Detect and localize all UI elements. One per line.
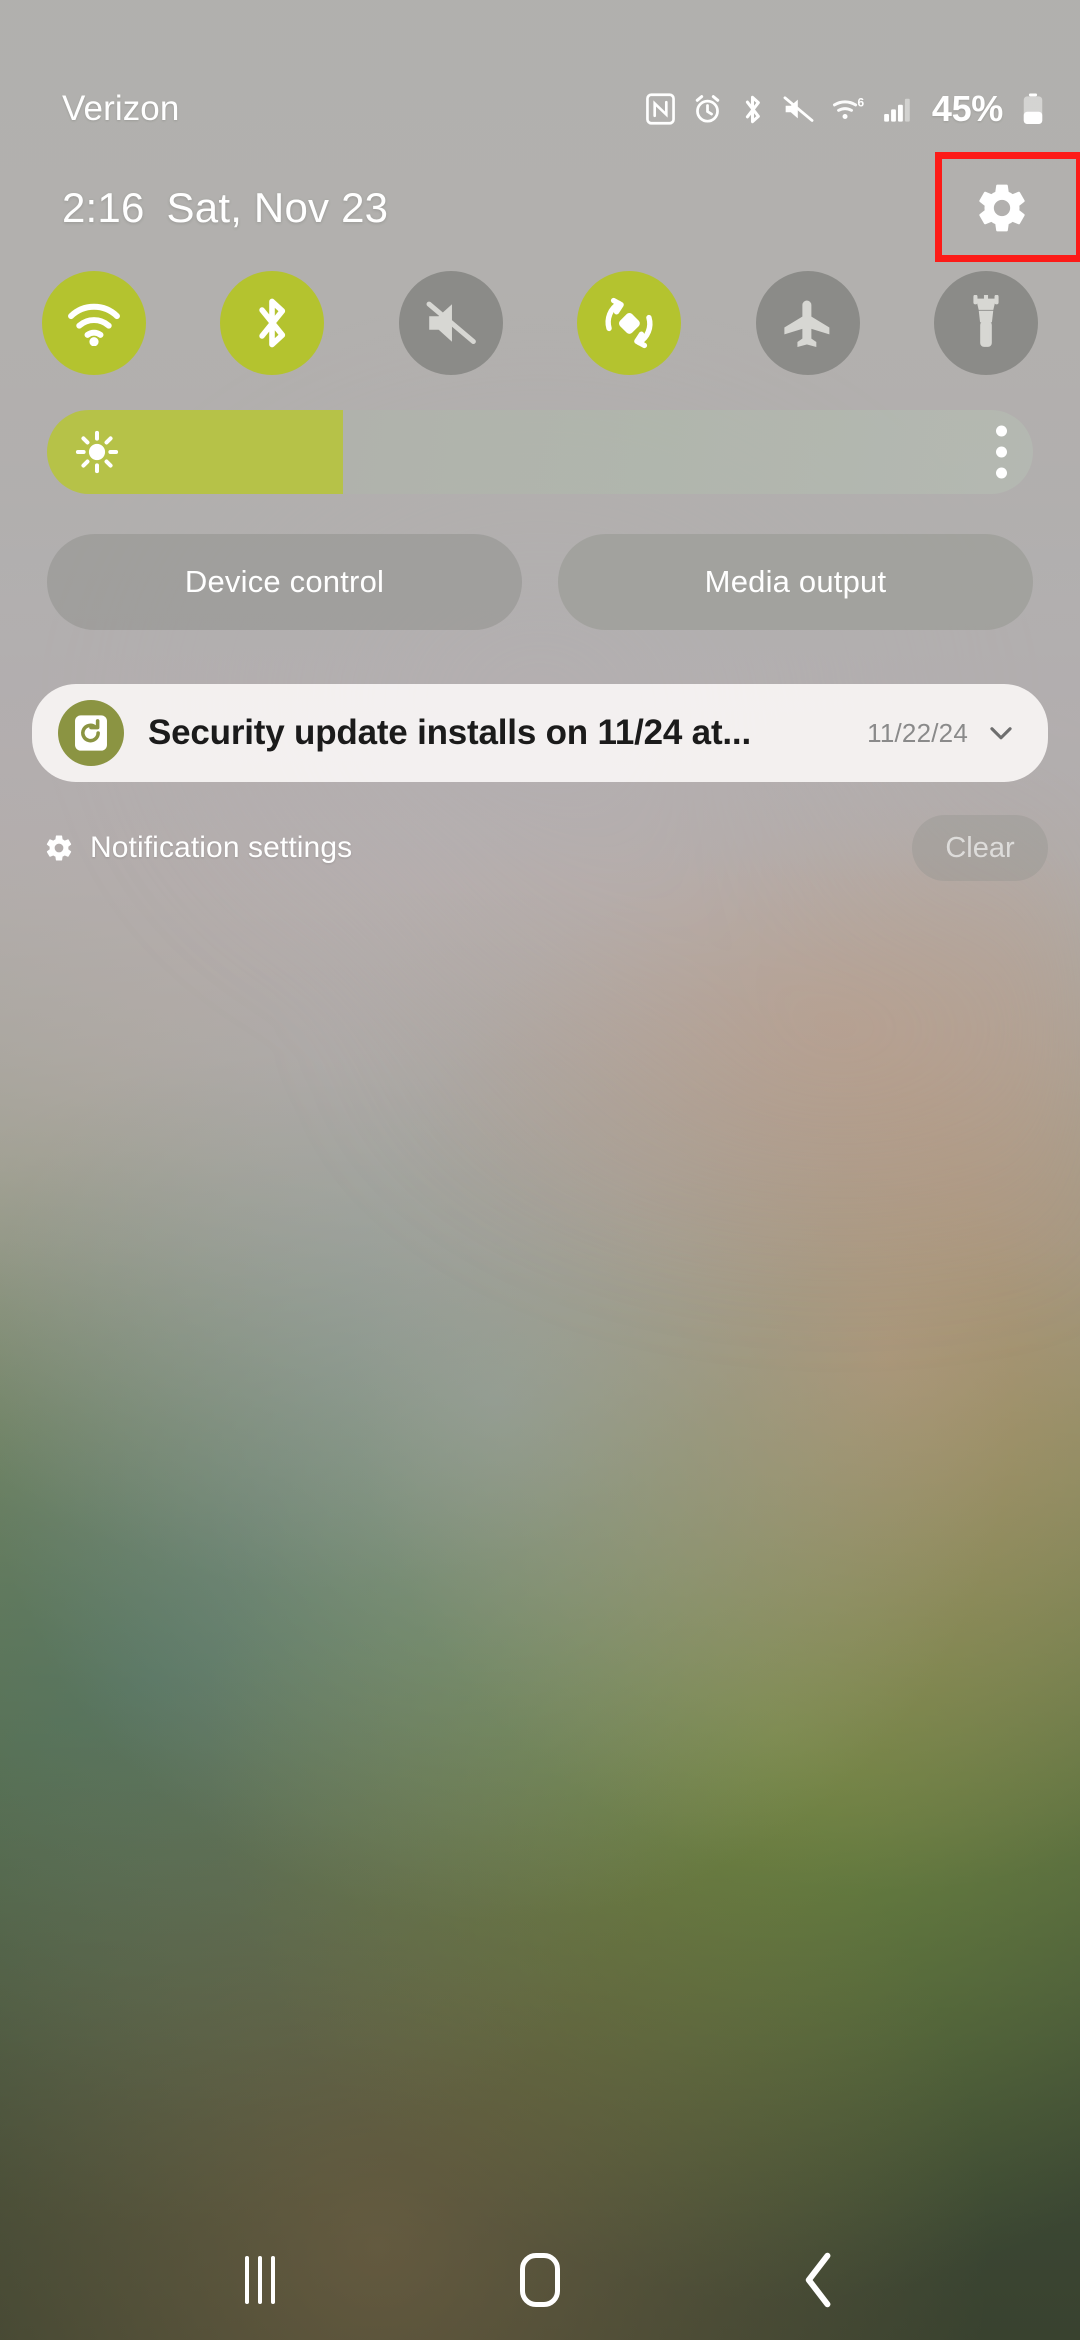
clock-and-date: 2:16 Sat, Nov 23 (62, 184, 388, 232)
chevron-down-icon (990, 727, 1012, 740)
clock-label[interactable]: 2:16 (62, 184, 145, 232)
auto-rotate-toggle-icon (605, 297, 653, 349)
notification-settings-label: Notification settings (90, 831, 353, 864)
brightness-sun-icon (75, 430, 119, 474)
status-bar: Verizon 6 45% (0, 80, 1080, 138)
bluetooth-toggle[interactable] (220, 271, 325, 375)
wifi-generation-label: 6 (857, 95, 864, 109)
back-button[interactable] (760, 2235, 880, 2325)
flashlight-toggle-icon (973, 295, 999, 347)
auto-rotate-toggle[interactable] (577, 271, 682, 375)
home-icon (520, 2253, 560, 2307)
notification-timestamp: 11/22/24 (867, 717, 968, 748)
navigation-bar (0, 2220, 1080, 2340)
flashlight-toggle[interactable] (933, 271, 1038, 375)
status-bar-icons: 6 45% (645, 80, 1044, 138)
notification-item[interactable]: Security update installs on 11/24 at... … (32, 684, 1048, 782)
wifi-toggle[interactable] (42, 271, 146, 375)
bluetooth-icon (745, 95, 760, 123)
quick-settings-header: 2:16 Sat, Nov 23 (0, 152, 1080, 262)
wifi-icon: 6 (832, 95, 864, 119)
notification-expand-button[interactable] (984, 716, 1018, 750)
mute-toggle-icon (426, 301, 476, 345)
media-output-button[interactable]: Media output (558, 534, 1033, 630)
notification-footer: Notification settings Clear (0, 808, 1080, 888)
brightness-overflow-menu[interactable] (996, 425, 1007, 479)
brightness-slider[interactable] (47, 410, 1033, 494)
recents-icon (245, 2256, 275, 2304)
alarm-icon (695, 94, 720, 123)
gear-icon (46, 835, 72, 861)
wifi-toggle-icon (68, 303, 120, 346)
recents-button[interactable] (200, 2235, 320, 2325)
clear-notifications-button[interactable]: Clear (912, 815, 1048, 881)
notification-title: Security update installs on 11/24 at... (148, 713, 751, 752)
quick-toggle-row (0, 264, 1080, 382)
software-update-icon (58, 700, 124, 766)
date-label[interactable]: Sat, Nov 23 (167, 184, 389, 232)
menu-dot (996, 425, 1007, 437)
device-control-button[interactable]: Device control (47, 534, 522, 630)
home-button[interactable] (480, 2235, 600, 2325)
software-update-glyph (75, 715, 107, 751)
settings-shortcut-button[interactable] (935, 152, 1080, 262)
carrier-label: Verizon (62, 89, 180, 128)
mute-icon (783, 96, 814, 122)
battery-icon (1023, 93, 1043, 125)
sound-mute-toggle[interactable] (398, 271, 503, 375)
back-chevron-icon (805, 2252, 831, 2308)
bluetooth-toggle-icon (259, 298, 286, 348)
notification-settings-button[interactable]: Notification settings (44, 831, 352, 865)
battery-percent-label: 45% (931, 88, 1003, 129)
menu-dot (996, 446, 1007, 458)
brightness-row (47, 410, 1033, 494)
airplane-toggle-icon (783, 300, 829, 347)
nfc-icon (645, 93, 675, 125)
gear-icon (979, 184, 1025, 232)
quick-action-row: Device control Media output (47, 534, 1033, 630)
cellular-signal-icon (883, 98, 910, 122)
airplane-mode-toggle[interactable] (755, 271, 860, 375)
menu-dot (996, 467, 1007, 479)
